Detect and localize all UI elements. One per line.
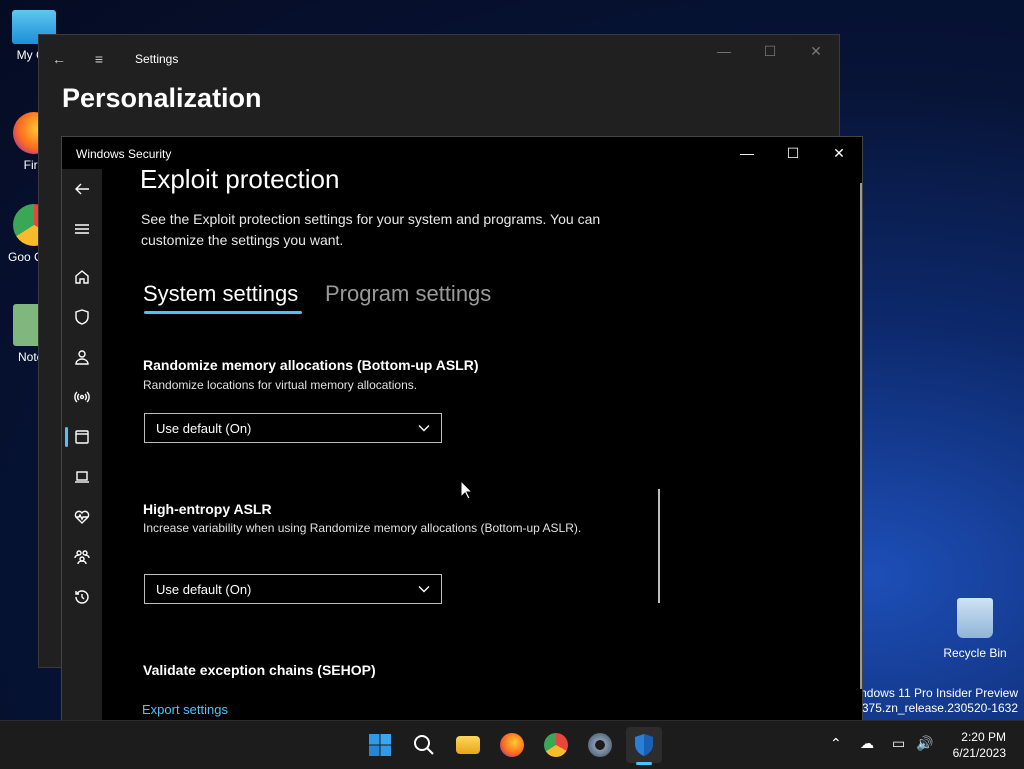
- selected-tab-indicator: [144, 311, 302, 314]
- home-icon: [75, 270, 89, 284]
- navigation-rail: [62, 169, 102, 721]
- setting-description: Increase variability when using Randomiz…: [143, 521, 582, 535]
- dropdown-value: Use default (On): [156, 581, 252, 597]
- high-entropy-aslr-dropdown[interactable]: Use default (On): [144, 574, 442, 604]
- close-button[interactable]: ✕: [793, 35, 839, 67]
- tab-system-settings[interactable]: System settings: [143, 281, 298, 307]
- heart-pulse-icon: [74, 510, 90, 524]
- windows-security-window: Windows Security — ☐ ✕ Exploit protectio…: [61, 136, 863, 722]
- windows-watermark: indows 11 Pro Insider Preview 25375.zn_r…: [849, 686, 1018, 716]
- window-controls: — ☐ ✕: [724, 137, 862, 169]
- nav-item-protection-history[interactable]: [62, 577, 102, 617]
- watermark-line-1: indows 11 Pro Insider Preview: [857, 686, 1018, 700]
- search-button[interactable]: [406, 727, 442, 763]
- nav-item-device-health[interactable]: [62, 497, 102, 537]
- chevron-down-icon: [418, 425, 430, 432]
- taskbar-file-explorer[interactable]: [450, 727, 486, 763]
- maximize-button[interactable]: ☐: [747, 35, 793, 67]
- recycle-bin-icon: [957, 598, 993, 638]
- desktop-icon-recycle-bin[interactable]: Recycle Bin: [938, 598, 1012, 660]
- hamburger-menu-icon[interactable]: ≡: [79, 51, 119, 67]
- setting-title: High-entropy ASLR: [143, 501, 272, 517]
- nav-item-family-options[interactable]: [62, 537, 102, 577]
- close-button[interactable]: ✕: [816, 137, 862, 169]
- laptop-icon: [75, 471, 89, 483]
- setting-title: Randomize memory allocations (Bottom-up …: [143, 357, 479, 373]
- settings-page-heading: Personalization: [62, 83, 262, 113]
- firefox-icon: [500, 733, 524, 757]
- tab-program-settings[interactable]: Program settings: [325, 281, 491, 307]
- onedrive-icon[interactable]: ☁: [860, 735, 874, 752]
- setting-title: Validate exception chains (SEHOP): [143, 662, 376, 678]
- chevron-down-icon: [418, 586, 430, 593]
- maximize-button[interactable]: ☐: [770, 137, 816, 169]
- wireless-icon: [74, 391, 90, 403]
- start-button[interactable]: [362, 727, 398, 763]
- shield-icon: [635, 734, 653, 756]
- windows-logo-icon: [369, 734, 391, 756]
- mouse-cursor-icon: [460, 480, 474, 500]
- network-icon[interactable]: ▭: [892, 735, 905, 752]
- settings-window-controls: — ☐ ✕: [701, 35, 839, 67]
- taskbar-chrome[interactable]: [538, 727, 574, 763]
- page-title: Exploit protection: [140, 169, 340, 194]
- volume-icon[interactable]: 🔊: [916, 735, 933, 752]
- app-browser-icon: [75, 430, 89, 444]
- taskbar-windows-security[interactable]: [626, 727, 662, 765]
- minimize-button[interactable]: —: [724, 137, 770, 169]
- recycle-bin-label: Recycle Bin: [943, 646, 1007, 660]
- clock-time: 2:20 PM: [961, 730, 1006, 744]
- outer-scrollbar[interactable]: [860, 183, 862, 689]
- setting-description: Randomize locations for virtual memory a…: [143, 378, 418, 392]
- main-content: Exploit protection See the Exploit prote…: [102, 169, 862, 721]
- export-settings-link[interactable]: Export settings: [142, 702, 228, 717]
- clock-date: 6/21/2023: [952, 746, 1006, 760]
- back-button[interactable]: [62, 169, 102, 209]
- nav-item-firewall[interactable]: [62, 377, 102, 417]
- taskbar: ⌃ ☁ ▭ 🔊 2:20 PM 6/21/2023: [0, 720, 1024, 769]
- watermark-line-2: 25375.zn_release.230520-1632: [848, 701, 1018, 715]
- settings-title: Settings: [135, 52, 179, 66]
- chevron-up-icon[interactable]: ⌃: [830, 735, 842, 752]
- account-icon: [75, 350, 89, 365]
- bottom-up-aslr-dropdown[interactable]: Use default (On): [144, 413, 442, 443]
- nav-item-device-security[interactable]: [62, 457, 102, 497]
- nav-item-virus-protection[interactable]: [62, 297, 102, 337]
- inner-scrollbar[interactable]: [658, 489, 660, 603]
- back-arrow-icon[interactable]: ←: [39, 51, 79, 67]
- dropdown-value: Use default (On): [156, 420, 252, 436]
- back-arrow-icon: [75, 183, 89, 195]
- chrome-icon: [544, 733, 568, 757]
- taskbar-settings[interactable]: [582, 727, 618, 763]
- search-icon: [414, 735, 434, 755]
- history-icon: [75, 590, 89, 604]
- page-description: See the Exploit protection settings for …: [141, 211, 601, 248]
- minimize-button[interactable]: —: [701, 35, 747, 67]
- family-icon: [74, 550, 90, 565]
- taskbar-firefox[interactable]: [494, 727, 530, 763]
- menu-button[interactable]: [62, 209, 102, 249]
- hamburger-menu-icon: [75, 224, 89, 234]
- window-title: Windows Security: [76, 147, 172, 161]
- shield-icon: [75, 309, 89, 325]
- taskbar-clock[interactable]: 2:20 PM 6/21/2023: [953, 729, 1006, 761]
- nav-item-app-browser-control[interactable]: [62, 417, 102, 457]
- folder-icon: [456, 736, 480, 754]
- nav-item-account-protection[interactable]: [62, 337, 102, 377]
- nav-item-home[interactable]: [62, 257, 102, 297]
- gear-icon: [588, 733, 612, 757]
